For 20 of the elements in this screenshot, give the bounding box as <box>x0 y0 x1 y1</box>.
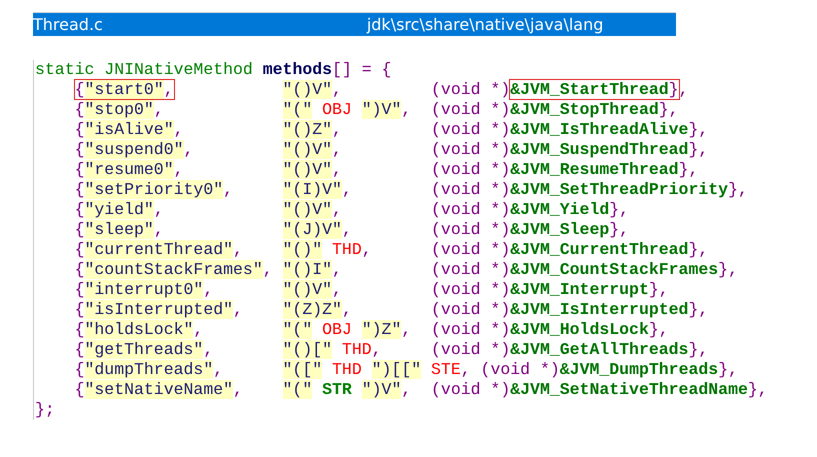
code-line: {"isAlive", "()Z", (void *)&JVM_IsThreadAlive}, <box>74 120 708 140</box>
code-line: {"sleep", "(J)V", (void *)&JVM_Sleep}, <box>74 220 630 240</box>
code-line: {"isInterrupted", "(Z)Z", (void *)&JVM_IsInterrupted}, <box>74 300 708 320</box>
code-line: {"start0", "()V", (void *)&JVM_StartThread}, <box>74 80 688 100</box>
code-line: {"getThreads", "()[" THD, (void *)&JVM_GetAllThreads}, <box>74 340 708 360</box>
code-line: {"suspend0", "()V", (void *)&JVM_SuspendThread}, <box>74 140 708 160</box>
code-line: {"resume0", "()V", (void *)&JVM_ResumeThread}, <box>74 160 698 180</box>
code-line: {"holdsLock", "(" OBJ ")Z", (void *)&JVM_HoldsLock}, <box>74 320 669 340</box>
code-line: {"interrupt0", "()V", (void *)&JVM_Interrupt}, <box>74 280 669 300</box>
file-name: Thread.c <box>33 14 103 36</box>
code-line: {"stop0", "(" OBJ ")V", (void *)&JVM_StopThread}, <box>74 100 679 120</box>
file-path: jdk\src\share\native\java\lang <box>366 14 604 36</box>
code-line: {"currentThread", "()" THD, (void *)&JVM_CurrentThread}, <box>74 240 708 260</box>
code-line: {"setPriority0", "(I)V", (void *)&JVM_SetThreadPriority}, <box>74 180 748 200</box>
code-line: {"yield", "()V", (void *)&JVM_Yield}, <box>74 200 630 220</box>
code-line: static JNINativeMethod methods[] = { <box>35 60 392 80</box>
code-line: {"setNativeName", "(" STR ")V", (void *)&JVM_SetNativeThreadName}, <box>74 380 768 400</box>
code-line: }; <box>35 400 55 420</box>
code-line: {"countStackFrames", "()I", (void *)&JVM_CountStackFrames}, <box>74 260 738 280</box>
code-line: {"dumpThreads", "([" THD ")[[" STE, (void *)&JVM_DumpThreads}, <box>74 360 738 380</box>
